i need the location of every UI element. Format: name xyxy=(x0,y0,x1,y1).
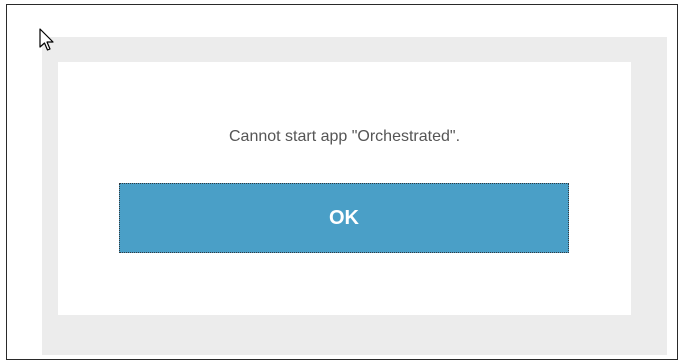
dialog-message: Cannot start app "Orchestrated". xyxy=(228,128,461,145)
error-dialog: Cannot start app "Orchestrated". OK xyxy=(58,62,631,315)
ok-button[interactable]: OK xyxy=(119,183,569,253)
mouse-pointer-icon xyxy=(39,28,54,51)
